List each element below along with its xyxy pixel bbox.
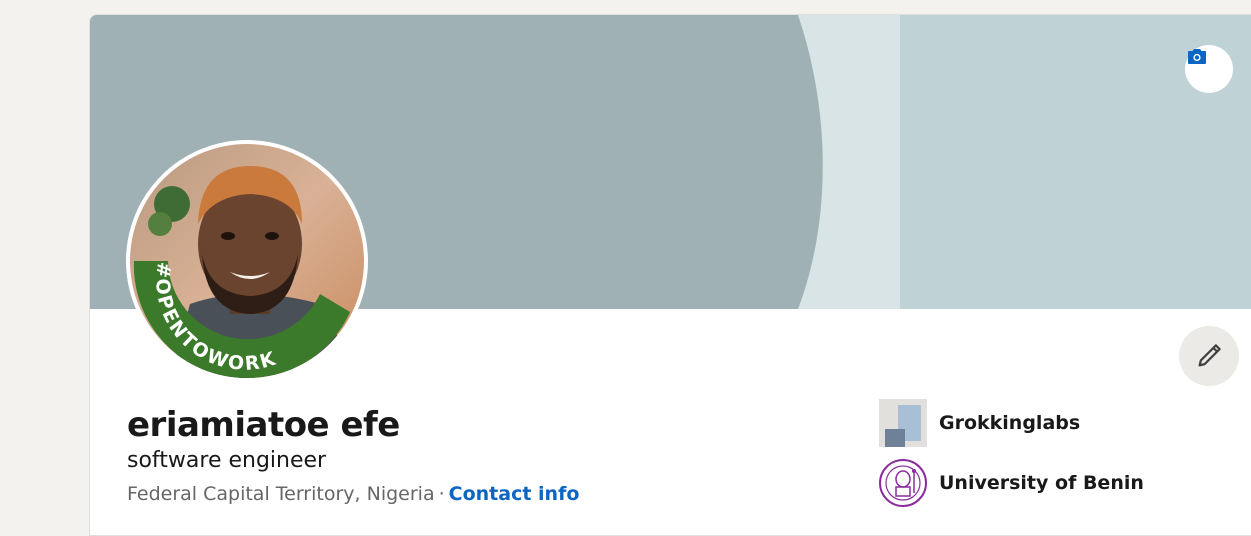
profile-name: eriamiatoe efe (127, 405, 400, 445)
university-seal-icon (879, 459, 927, 507)
organization-university-of-benin[interactable]: University of Benin (879, 459, 1144, 507)
profile-photo[interactable]: #OPENTOWORK (126, 140, 368, 382)
organization-grokkinglabs[interactable]: Grokkinglabs (879, 399, 1080, 447)
avatar: #OPENTOWORK (130, 144, 364, 378)
pencil-icon (1198, 344, 1221, 367)
edit-intro-button[interactable] (1179, 326, 1239, 386)
separator: · (438, 483, 445, 505)
edit-banner-button[interactable] (1185, 45, 1233, 93)
company-logo-icon (879, 399, 927, 447)
organization-label: University of Benin (939, 472, 1144, 494)
location-line: Federal Capital Territory, Nigeria · Conta… (127, 483, 579, 505)
camera-icon (1188, 49, 1206, 64)
organization-label: Grokkinglabs (939, 412, 1081, 434)
profile-location: Federal Capital Territory, Nigeria (127, 483, 435, 505)
profile-headline: software engineer (127, 448, 327, 473)
profile-card: #OPENTOWORK eriamiatoe efe software engi… (89, 14, 1251, 536)
contact-info-link[interactable]: Contact info (449, 483, 580, 505)
